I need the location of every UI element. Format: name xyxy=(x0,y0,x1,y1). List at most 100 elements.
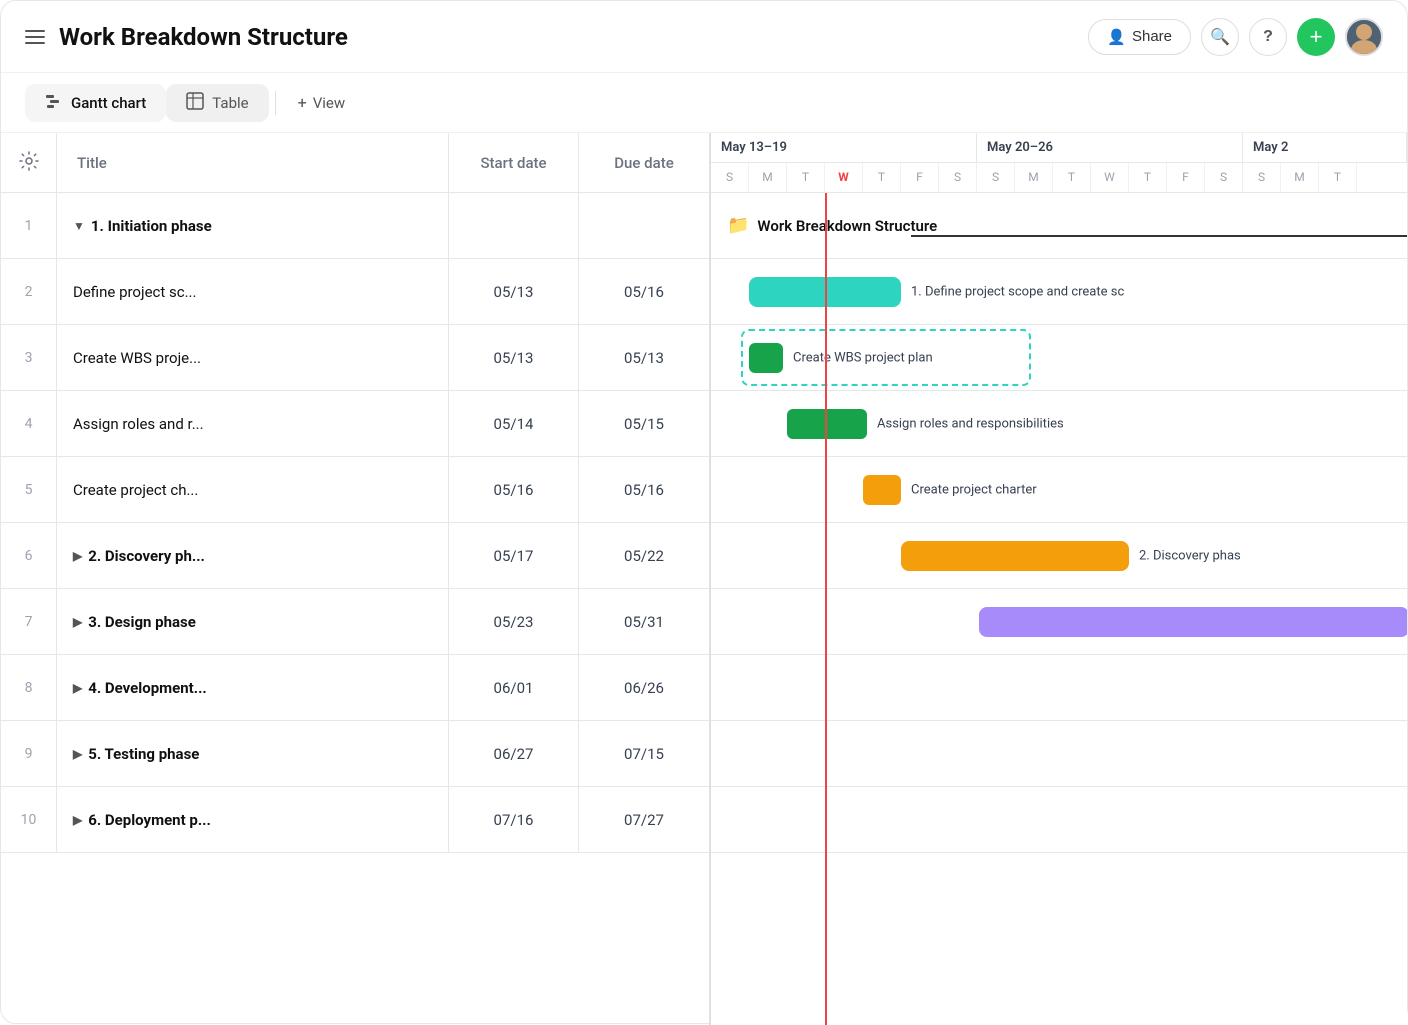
chevron-right-icon: ▶ xyxy=(73,747,82,761)
week-may-20: May 20–26 xyxy=(977,133,1243,162)
gantt-row-development xyxy=(711,655,1407,721)
bar-create-wbs xyxy=(749,343,783,373)
bar-discovery xyxy=(901,541,1129,571)
table-icon xyxy=(186,92,204,114)
day-s: S xyxy=(711,163,749,192)
row-start-date: 06/27 xyxy=(449,721,579,786)
wbs-connector-line xyxy=(911,226,1407,246)
row-number: 8 xyxy=(1,655,57,720)
row-start-date: 07/16 xyxy=(449,787,579,852)
table-row[interactable]: 4 Assign roles and r... 05/14 05/15 xyxy=(1,391,709,457)
chevron-right-icon: ▶ xyxy=(73,681,82,695)
title-column-header: Title xyxy=(57,133,449,192)
bar-design xyxy=(979,607,1407,637)
person-icon: 👤 xyxy=(1107,28,1126,46)
day-t2: T xyxy=(863,163,901,192)
share-button[interactable]: 👤 Share xyxy=(1088,19,1191,55)
row-number: 1 xyxy=(1,193,57,258)
bar-assign xyxy=(787,409,867,439)
day-s5: S xyxy=(1243,163,1281,192)
row-title: ▼ 1. Initiation phase xyxy=(57,193,449,258)
row-title: ▶ 2. Discovery ph... xyxy=(57,523,449,588)
table-row[interactable]: 7 ▶ 3. Design phase 05/23 05/31 xyxy=(1,589,709,655)
row-due-date: 05/13 xyxy=(579,325,709,390)
day-s2: S xyxy=(939,163,977,192)
row-start-date: 05/23 xyxy=(449,589,579,654)
chevron-right-icon: ▶ xyxy=(73,549,82,563)
week-may-13: May 13–19 xyxy=(711,133,977,162)
bar-discovery-label: 2. Discovery phas xyxy=(1139,548,1241,563)
tab-table[interactable]: Table xyxy=(166,84,268,122)
table-header: Title Start date Due date xyxy=(1,133,709,193)
toolbar-divider xyxy=(275,91,276,115)
gantt-row-charter: Create project charter xyxy=(711,457,1407,523)
table-row[interactable]: 3 Create WBS proje... 05/13 05/13 xyxy=(1,325,709,391)
gantt-body: 📁 Work Breakdown Structure 1. Define pro… xyxy=(711,193,1407,1025)
day-w2: W xyxy=(1091,163,1129,192)
chevron-down-icon: ▼ xyxy=(73,219,85,233)
table-row[interactable]: 10 ▶ 6. Deployment p... 07/16 07/27 xyxy=(1,787,709,853)
table-row[interactable]: 1 ▼ 1. Initiation phase xyxy=(1,193,709,259)
row-number: 3 xyxy=(1,325,57,390)
row-start-date: 05/13 xyxy=(449,325,579,390)
row-title: Create WBS proje... xyxy=(57,325,449,390)
day-m: M xyxy=(749,163,787,192)
gantt-row-deployment xyxy=(711,787,1407,853)
avatar[interactable] xyxy=(1345,18,1383,56)
gantt-row-testing xyxy=(711,721,1407,787)
row-title: Define project sc... xyxy=(57,259,449,324)
row-due-date: 07/15 xyxy=(579,721,709,786)
folder-icon: 📁 xyxy=(727,215,749,236)
menu-icon[interactable] xyxy=(25,30,45,44)
day-w-today: W xyxy=(825,163,863,192)
row-due-date: 05/16 xyxy=(579,259,709,324)
share-label: Share xyxy=(1132,28,1172,45)
bar-assign-label: Assign roles and responsibilities xyxy=(877,416,1064,431)
add-button[interactable]: + xyxy=(1297,18,1335,56)
add-view-button[interactable]: + View xyxy=(282,85,362,120)
gantt-icon xyxy=(45,92,63,114)
table-row[interactable]: 9 ▶ 5. Testing phase 06/27 07/15 xyxy=(1,721,709,787)
search-icon: 🔍 xyxy=(1210,27,1230,47)
help-icon: ? xyxy=(1263,28,1273,46)
row-due-date: 06/26 xyxy=(579,655,709,720)
row-start-date xyxy=(449,193,579,258)
row-title: ▶ 6. Deployment p... xyxy=(57,787,449,852)
table-row[interactable]: 5 Create project ch... 05/16 05/16 xyxy=(1,457,709,523)
row-title: ▶ 5. Testing phase xyxy=(57,721,449,786)
gantt-weeks: May 13–19 May 20–26 May 2 xyxy=(711,133,1407,163)
row-start-date: 05/14 xyxy=(449,391,579,456)
table-row[interactable]: 6 ▶ 2. Discovery ph... 05/17 05/22 xyxy=(1,523,709,589)
day-m3: M xyxy=(1281,163,1319,192)
row-number: 9 xyxy=(1,721,57,786)
header-right: 👤 Share 🔍 ? + xyxy=(1088,18,1383,56)
bar-charter-label: Create project charter xyxy=(911,482,1037,497)
table-row[interactable]: 8 ▶ 4. Development... 06/01 06/26 xyxy=(1,655,709,721)
gantt-header: May 13–19 May 20–26 May 2 S M T W T F S xyxy=(711,133,1407,193)
gantt-section: May 13–19 May 20–26 May 2 S M T W T F S xyxy=(711,133,1407,1025)
day-t4: T xyxy=(1129,163,1167,192)
row-title: Create project ch... xyxy=(57,457,449,522)
help-button[interactable]: ? xyxy=(1249,18,1287,56)
wbs-label: Work Breakdown Structure xyxy=(757,217,937,235)
table-row[interactable]: 2 Define project sc... 05/13 05/16 xyxy=(1,259,709,325)
day-t3: T xyxy=(1053,163,1091,192)
row-start-date: 05/17 xyxy=(449,523,579,588)
search-button[interactable]: 🔍 xyxy=(1201,18,1239,56)
week-may-27: May 2 xyxy=(1243,133,1407,162)
gantt-row-design xyxy=(711,589,1407,655)
gantt-days: S M T W T F S S M T W T F S S M T xyxy=(711,163,1407,192)
tab-gantt-chart[interactable]: Gantt chart xyxy=(25,84,166,122)
today-line xyxy=(825,193,827,1025)
gantt-row-wbs: 📁 Work Breakdown Structure xyxy=(711,193,1407,259)
day-f2: F xyxy=(1167,163,1205,192)
row-due-date: 05/15 xyxy=(579,391,709,456)
settings-column-header[interactable] xyxy=(1,133,57,192)
day-t5: T xyxy=(1319,163,1357,192)
plus-icon: + xyxy=(298,93,307,112)
row-due-date: 05/16 xyxy=(579,457,709,522)
bar-define-label: 1. Define project scope and create sc xyxy=(911,284,1124,299)
add-view-label: View xyxy=(313,94,345,112)
table-body: 1 ▼ 1. Initiation phase 2 Define project… xyxy=(1,193,709,1025)
table-tab-label: Table xyxy=(212,94,248,112)
